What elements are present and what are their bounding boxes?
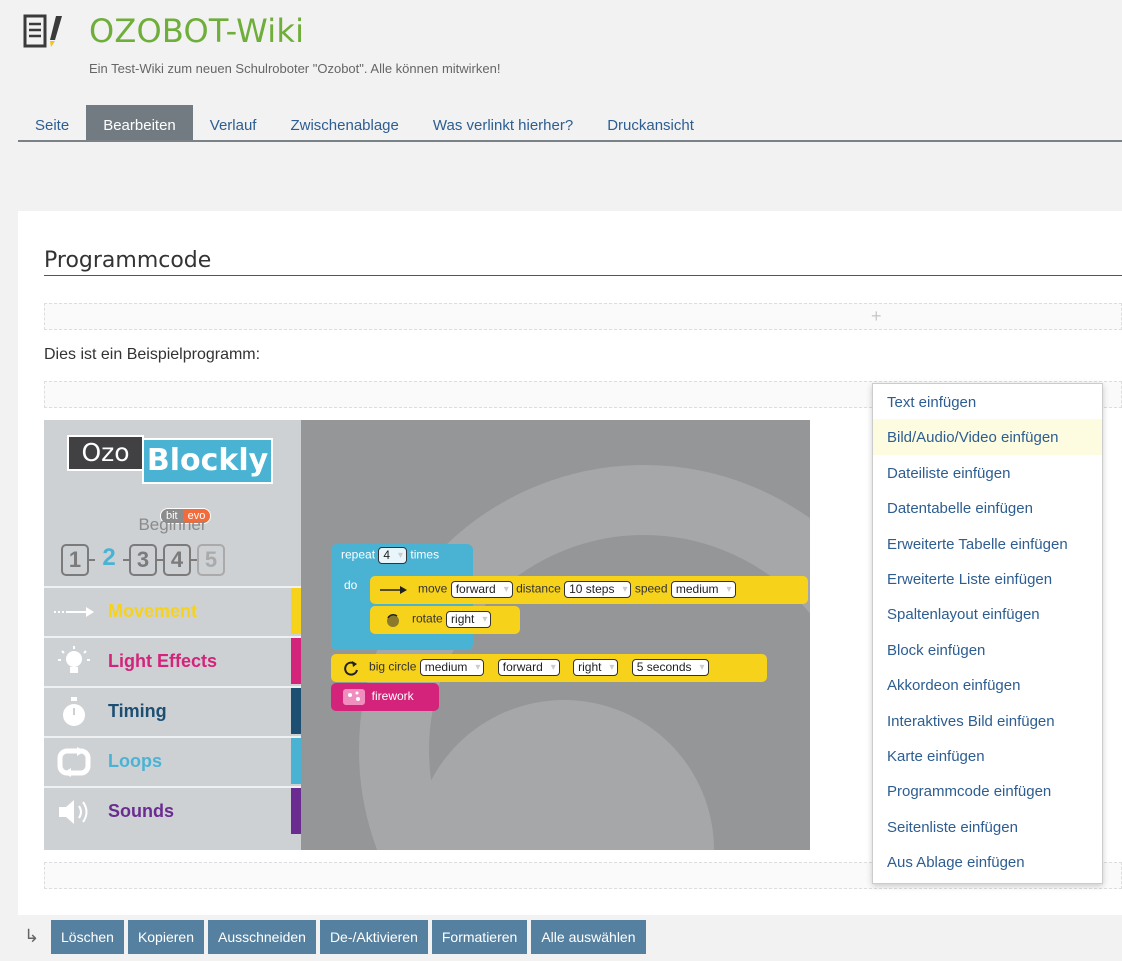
- level-5-button[interactable]: 5: [197, 544, 225, 576]
- level-4-button[interactable]: 4: [163, 544, 191, 576]
- loop-icon: [52, 745, 96, 779]
- circle-arrow-icon: [344, 660, 358, 676]
- firework-block[interactable]: firework: [331, 683, 439, 711]
- category-light-effects[interactable]: Light Effects: [44, 636, 301, 684]
- heading-divider: [44, 275, 1122, 276]
- menu-item-extended-list[interactable]: Erweiterte Liste einfügen: [873, 561, 1102, 596]
- category-movement[interactable]: Movement: [44, 586, 301, 634]
- category-label: Timing: [108, 701, 167, 721]
- category-color-bar: [291, 638, 301, 684]
- menu-item-program-code[interactable]: Programmcode einfügen: [873, 773, 1102, 808]
- menu-item-map[interactable]: Karte einfügen: [873, 738, 1102, 773]
- toggle-active-button[interactable]: De-/Aktivieren: [319, 920, 428, 954]
- repeat-count-field[interactable]: 4: [378, 547, 408, 564]
- logo-blockly-text: Blockly: [142, 438, 273, 484]
- category-color-bar: [291, 588, 301, 634]
- menu-item-extended-table[interactable]: Erweiterte Tabelle einfügen: [873, 526, 1102, 561]
- big-circle-label: big circle: [369, 659, 417, 674]
- menu-item-block[interactable]: Block einfügen: [873, 632, 1102, 667]
- tab-was-verlinkt-hierher[interactable]: Was verlinkt hierher?: [416, 105, 590, 140]
- rotate-icon: [387, 613, 399, 627]
- category-sounds[interactable]: Sounds: [44, 786, 301, 834]
- format-button[interactable]: Formatieren: [431, 920, 528, 954]
- speaker-icon: [52, 795, 96, 829]
- circle-direction-field[interactable]: forward: [497, 659, 560, 676]
- menu-item-media[interactable]: Bild/Audio/Video einfügen: [873, 419, 1102, 455]
- do-label: do: [344, 578, 358, 592]
- section-heading[interactable]: Programmcode: [44, 248, 211, 273]
- circle-speed-field[interactable]: medium: [419, 659, 485, 676]
- ozoblockly-image[interactable]: Ozo Blockly bit evo Beginner 1 2 3 4 5 M…: [44, 420, 810, 850]
- category-label: Loops: [108, 751, 162, 771]
- menu-item-text[interactable]: Text einfügen: [873, 384, 1102, 419]
- level-selector: 1 2 3 4 5: [61, 544, 225, 576]
- circle-time-field[interactable]: 5 seconds: [631, 659, 709, 676]
- block-palette: Ozo Blockly bit evo Beginner 1 2 3 4 5 M…: [44, 420, 301, 850]
- insert-dropzone[interactable]: +: [44, 303, 1122, 330]
- speed-label: speed: [634, 581, 668, 596]
- level-1-button[interactable]: 1: [61, 544, 89, 576]
- category-label: Movement: [108, 601, 198, 621]
- rotate-field[interactable]: right: [446, 611, 492, 628]
- category-loops[interactable]: Loops: [44, 736, 301, 784]
- move-direction-field[interactable]: forward: [450, 581, 513, 598]
- action-toolbar: Löschen Kopieren Ausschneiden De-/Aktivi…: [51, 920, 646, 954]
- category-color-bar: [291, 738, 301, 784]
- speed-field[interactable]: medium: [670, 581, 736, 598]
- firework-label: firework: [371, 689, 414, 704]
- tab-zwischenablage[interactable]: Zwischenablage: [273, 105, 415, 140]
- category-label: Light Effects: [108, 651, 218, 671]
- delete-button[interactable]: Löschen: [51, 920, 124, 954]
- tab-druckansicht[interactable]: Druckansicht: [590, 105, 711, 140]
- add-icon[interactable]: +: [871, 307, 882, 325]
- menu-item-file-list[interactable]: Dateiliste einfügen: [873, 455, 1102, 490]
- menu-item-paste-from-clipboard[interactable]: Aus Ablage einfügen: [873, 844, 1102, 879]
- corner-arrow-icon: ↳: [24, 926, 40, 946]
- tab-bearbeiten[interactable]: Bearbeiten: [86, 105, 193, 140]
- big-circle-block[interactable]: big circle medium forward right 5 second…: [331, 654, 767, 682]
- wiki-logo-icon: [22, 14, 72, 54]
- menu-item-data-table[interactable]: Datentabelle einfügen: [873, 490, 1102, 525]
- menu-item-column-layout[interactable]: Spaltenlayout einfügen: [873, 596, 1102, 631]
- menu-item-accordion[interactable]: Akkordeon einfügen: [873, 667, 1102, 702]
- level-name: Beginner: [138, 515, 207, 534]
- distance-field[interactable]: 10 steps: [564, 581, 632, 598]
- category-timing[interactable]: Timing: [44, 686, 301, 734]
- rotate-block[interactable]: rotate right: [370, 606, 520, 634]
- times-label: times: [410, 547, 440, 562]
- tab-seite[interactable]: Seite: [18, 105, 86, 140]
- move-block[interactable]: move forward distance 10 steps speed med…: [370, 576, 808, 604]
- cut-button[interactable]: Ausschneiden: [207, 920, 316, 954]
- distance-label: distance: [516, 581, 561, 596]
- category-label: Sounds: [108, 801, 174, 821]
- level-2-button[interactable]: 2: [95, 544, 123, 576]
- arrow-icon: [380, 585, 407, 594]
- tab-verlauf[interactable]: Verlauf: [193, 105, 274, 140]
- circle-turn-field[interactable]: right: [573, 659, 619, 676]
- page-tabs: Seite Bearbeiten Verlauf Zwischenablage …: [18, 105, 1122, 142]
- bulb-icon: [52, 645, 96, 679]
- category-color-bar: [291, 788, 301, 834]
- select-all-button[interactable]: Alle auswählen: [531, 920, 646, 954]
- insert-menu: Text einfügen Bild/Audio/Video einfügen …: [872, 383, 1103, 884]
- site-title[interactable]: OZOBOT-Wiki: [89, 12, 304, 50]
- site-subtitle: Ein Test-Wiki zum neuen Schulroboter "Oz…: [89, 61, 501, 76]
- move-label: move: [418, 581, 448, 596]
- repeat-block-header: repeat 4 times: [341, 547, 439, 564]
- content-paragraph[interactable]: Dies ist ein Beispielprogramm:: [44, 346, 260, 364]
- stopwatch-icon: [52, 695, 96, 729]
- arrow-icon: [52, 595, 96, 629]
- copy-button[interactable]: Kopieren: [127, 920, 204, 954]
- rotate-label: rotate: [412, 611, 443, 626]
- logo-ozo-text: Ozo: [67, 435, 144, 471]
- menu-item-page-list[interactable]: Seitenliste einfügen: [873, 809, 1102, 844]
- menu-item-interactive-image[interactable]: Interaktives Bild einfügen: [873, 703, 1102, 738]
- level-3-button[interactable]: 3: [129, 544, 157, 576]
- firework-icon: [343, 689, 365, 705]
- category-color-bar: [291, 688, 301, 734]
- repeat-label: repeat: [341, 547, 376, 562]
